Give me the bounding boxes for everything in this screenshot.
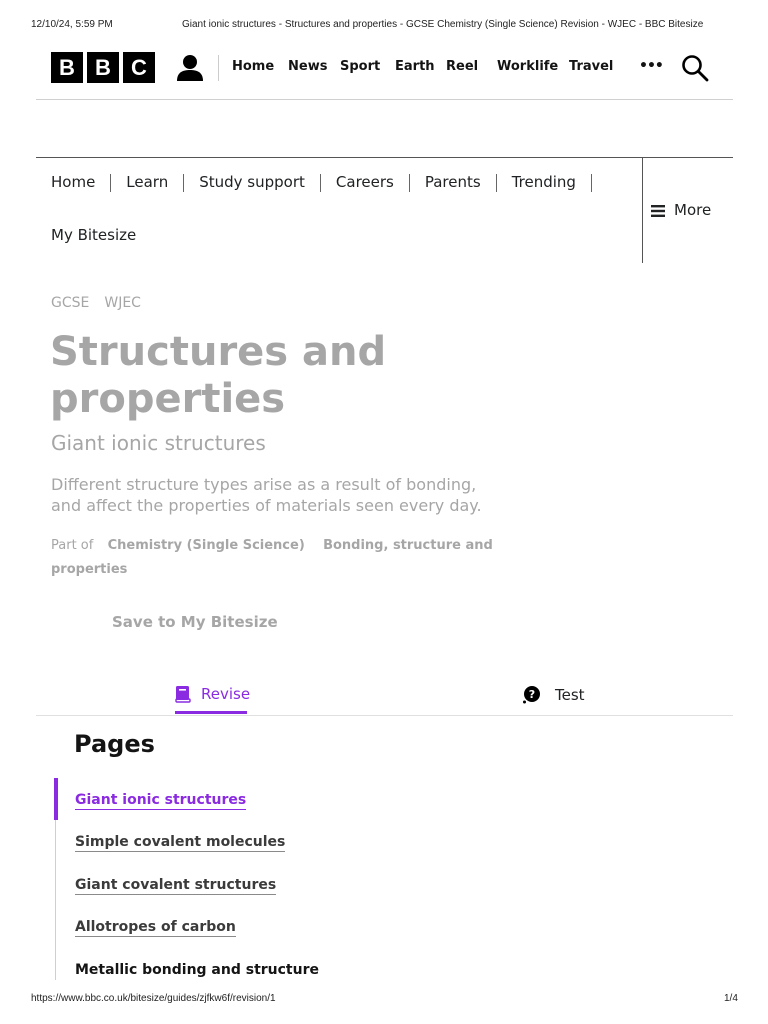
print-page-title: Giant ionic structures - Structures and … (182, 19, 704, 30)
account-icon[interactable] (175, 53, 205, 83)
bitesize-nav-my-bitesize[interactable]: My Bitesize (51, 226, 136, 244)
more-divider (642, 158, 643, 263)
description-line2: and affect the properties of materials s… (51, 496, 482, 515)
bitesize-nav-parents[interactable]: Parents (425, 173, 481, 191)
save-to-my-bitesize-button[interactable]: Save to My Bitesize (112, 613, 278, 631)
page-item: Allotropes of carbon (75, 916, 236, 937)
more-label: More (674, 201, 712, 219)
page-item: Metallic bonding and structure (75, 959, 319, 978)
page-link-simple-covalent[interactable]: Simple covalent molecules (75, 834, 286, 852)
bbc-logo-letter-c: C (123, 52, 155, 83)
bitesize-nav-home[interactable]: Home (51, 173, 95, 191)
more-menu-button[interactable]: More (651, 201, 711, 219)
nav-home[interactable]: Home (232, 59, 288, 74)
question-icon: ? (522, 685, 541, 704)
bbc-logo-letter-b1: B (51, 52, 83, 83)
page-link-metallic-bonding[interactable]: Metallic bonding and structure (75, 962, 319, 979)
page-title-line1: Structures and (50, 329, 387, 375)
bbc-logo-letter-b2: B (87, 52, 119, 83)
nav-separator (590, 173, 592, 192)
nav-separator (495, 173, 497, 192)
tab-revise-label: Revise (201, 685, 251, 703)
page-link-allotropes[interactable]: Allotropes of carbon (75, 919, 236, 937)
pages-heading: Pages (74, 730, 155, 758)
print-url: https://www.bbc.co.uk/bitesize/guides/zj… (31, 993, 276, 1004)
bitesize-nav-trending[interactable]: Trending (512, 173, 576, 191)
bitesize-nav: Home Learn Study support Careers Parents Tren… (51, 173, 607, 192)
hamburger-icon (651, 203, 665, 217)
print-page-count: 1/4 (724, 993, 738, 1004)
tab-revise-underline (175, 711, 247, 714)
more-dots-icon[interactable]: ••• (639, 58, 664, 74)
nav-reel[interactable]: Reel (446, 59, 497, 74)
part-of-link-bonding[interactable]: Bonding, structure and (323, 538, 493, 553)
bbc-logo[interactable]: B B C (51, 52, 155, 83)
nav-earth[interactable]: Earth (395, 59, 446, 74)
nav-sport[interactable]: Sport (340, 59, 395, 74)
description-line1: Different structure types arise as a res… (51, 475, 477, 494)
active-page-indicator (54, 778, 58, 820)
svg-text:?: ? (529, 688, 535, 701)
page-title: Structures and properties (50, 329, 386, 423)
breadcrumb: GCSE WJEC (51, 295, 141, 311)
nav-travel[interactable]: Travel (569, 59, 613, 74)
nav-news[interactable]: News (288, 59, 340, 74)
breadcrumb-gcse[interactable]: GCSE (51, 295, 89, 311)
masthead-nav: Home News Sport Earth Reel Worklife Trav… (232, 59, 613, 74)
page-title-line2: properties (50, 376, 286, 422)
page-item: Giant covalent structures (75, 874, 277, 895)
page-item-active: Giant ionic structures (75, 789, 247, 810)
nav-separator (319, 173, 321, 192)
part-of-link-bonding-cont[interactable]: properties (51, 558, 493, 582)
nav-worklife[interactable]: Worklife (497, 59, 569, 74)
bitesize-nav-careers[interactable]: Careers (336, 173, 394, 191)
part-of-link-chemistry[interactable]: Chemistry (Single Science) (108, 538, 305, 553)
book-icon (175, 685, 191, 703)
nav-separator (183, 173, 185, 192)
bitesize-nav-top-rule (36, 157, 733, 158)
masthead-divider (218, 55, 219, 81)
tab-test[interactable]: ? Test (522, 685, 585, 704)
bitesize-nav-learn[interactable]: Learn (126, 173, 168, 191)
tab-revise[interactable]: Revise (175, 685, 250, 703)
nav-separator (110, 173, 112, 192)
print-datetime: 12/10/24, 5:59 PM (31, 19, 113, 30)
nav-separator (408, 173, 410, 192)
part-of: Part of Chemistry (Single Science) Bondi… (51, 534, 493, 582)
page-link-giant-ionic[interactable]: Giant ionic structures (75, 792, 247, 810)
tabs-bottom-rule (36, 715, 733, 716)
page-item: Simple covalent molecules (75, 831, 286, 852)
page-link-giant-covalent[interactable]: Giant covalent structures (75, 877, 277, 895)
page-subtitle: Giant ionic structures (51, 431, 266, 455)
pages-list-rule (55, 820, 56, 980)
part-of-label: Part of (51, 538, 94, 553)
bitesize-nav-study-support[interactable]: Study support (199, 173, 305, 191)
tab-test-label: Test (555, 685, 585, 704)
page-description: Different structure types arise as a res… (51, 474, 482, 516)
search-icon[interactable] (681, 54, 709, 82)
masthead-bottom-rule (36, 99, 733, 100)
breadcrumb-wjec[interactable]: WJEC (104, 295, 141, 311)
